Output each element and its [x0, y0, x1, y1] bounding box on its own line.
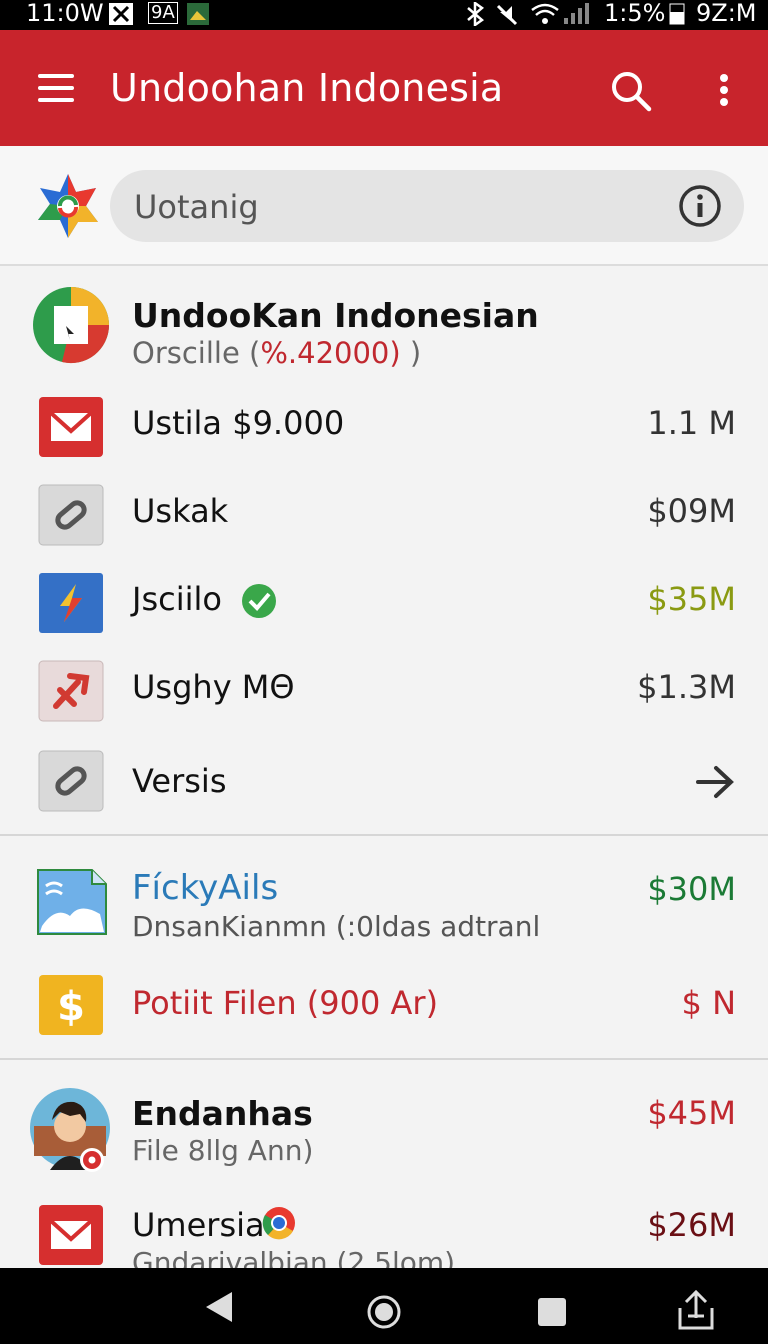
subtitle-suffix: ): [400, 336, 422, 370]
list-item-value: $35M: [647, 580, 736, 618]
home-icon[interactable]: [366, 1294, 402, 1330]
mute-icon: [496, 4, 518, 26]
app-logo-icon: [38, 174, 98, 238]
mail-icon: [39, 1205, 103, 1265]
status-bar: 11:0W 9A 1:5% 9Z:M: [0, 0, 768, 30]
list-item-value: $09M: [647, 492, 736, 530]
arrow-right-icon[interactable]: [694, 762, 736, 802]
list-item[interactable]: Versis: [0, 748, 768, 812]
battery-percent: 1:5%: [604, 0, 666, 27]
info-icon[interactable]: [678, 184, 722, 228]
mail-icon: [39, 397, 103, 457]
header-item-subtitle: Orscille (%.42000) ): [132, 336, 421, 370]
list-item[interactable]: Uskak $09M: [0, 484, 768, 548]
signal-icon: [564, 3, 589, 24]
attachment-icon: [38, 484, 104, 546]
list-item-subtitle: Gndarivalbian (2.5lom): [132, 1246, 456, 1268]
status-time-left: 11:0W: [26, 0, 104, 27]
page-title: Undoohan Indonesia: [110, 66, 504, 110]
notification-close-icon: [109, 3, 133, 25]
back-icon[interactable]: [202, 1290, 236, 1324]
menu-icon[interactable]: [38, 74, 74, 102]
list-item-label: Uskak: [132, 492, 229, 530]
bolt-icon: [39, 573, 103, 633]
list-item-subtitle: File 8llg Ann): [132, 1134, 314, 1167]
divider: [0, 834, 768, 836]
header-item[interactable]: UndooKan Indonesian Orscille (%.42000) ): [0, 280, 768, 376]
wifi-icon: [531, 3, 559, 24]
search-input[interactable]: Uotanig: [110, 170, 744, 242]
status-badge: 9A: [148, 2, 178, 24]
attachment-icon: [38, 750, 104, 812]
drive-logo-icon: [33, 287, 110, 364]
list-item-value: 1.1 M: [647, 404, 736, 442]
header-item-title: UndooKan Indonesian: [132, 296, 539, 335]
list-item[interactable]: Usghy MΘ $1.3M: [0, 660, 768, 724]
status-time-right: 9Z:M: [696, 0, 757, 27]
list-item[interactable]: Endanhas File 8llg Ann) $45M: [0, 1084, 768, 1176]
list-item-value: $26M: [647, 1206, 736, 1244]
list-item-label: Versis: [132, 762, 227, 800]
svg-text:$: $: [57, 984, 85, 1030]
subtitle-highlight: %.42000): [260, 336, 401, 370]
list-item-label: Potiit Filen (900 Ar): [132, 984, 439, 1022]
image-icon: [37, 869, 107, 935]
search-row: Uotanig: [0, 146, 768, 266]
more-vert-icon[interactable]: [718, 72, 730, 108]
list-item-subtitle: DnsanKianmn (:0ldas adtranl: [132, 910, 541, 943]
list-item-label: Umersia: [132, 1206, 265, 1244]
list-item-value: $45M: [647, 1094, 736, 1132]
list-item-value: $1.3M: [637, 668, 736, 706]
avatar: [30, 1088, 110, 1172]
list-item-value: $30M: [647, 870, 736, 908]
list-item[interactable]: FíckyAils DnsanKianmn (:0ldas adtranl $3…: [0, 862, 768, 948]
dollar-icon: $: [39, 975, 103, 1035]
bluetooth-icon: [467, 2, 485, 26]
list-item-label: Ustila $9.000: [132, 404, 345, 442]
search-icon[interactable]: [610, 70, 652, 112]
subtitle-prefix: Orscille (: [132, 336, 261, 370]
app-bar: Undoohan Indonesia: [0, 30, 768, 146]
list-item-label: Endanhas: [132, 1094, 313, 1133]
list-item[interactable]: Ustila $9.000 1.1 M: [0, 396, 768, 460]
navigation-bar: [0, 1268, 768, 1344]
recents-icon[interactable]: [536, 1296, 568, 1328]
list-item-label: Usghy MΘ: [132, 668, 295, 706]
search-placeholder: Uotanig: [134, 188, 259, 226]
list-item-value: $ N: [681, 984, 736, 1022]
battery-icon: [669, 3, 685, 25]
chrome-icon: [262, 1207, 295, 1240]
notification-image-icon: [187, 3, 209, 25]
list-item-label: Jsciilo: [132, 580, 222, 618]
list-item[interactable]: Jsciilo $35M: [0, 572, 768, 636]
list-item-label: FíckyAils: [132, 868, 279, 908]
share-icon[interactable]: [674, 1288, 718, 1332]
list-item[interactable]: Umersia Gndarivalbian (2.5lom) $26M: [0, 1204, 768, 1268]
verified-check-icon: [242, 584, 276, 618]
divider: [0, 1058, 768, 1060]
tool-icon: [38, 660, 104, 722]
list-item[interactable]: $ Potiit Filen (900 Ar) $ N: [0, 974, 768, 1038]
